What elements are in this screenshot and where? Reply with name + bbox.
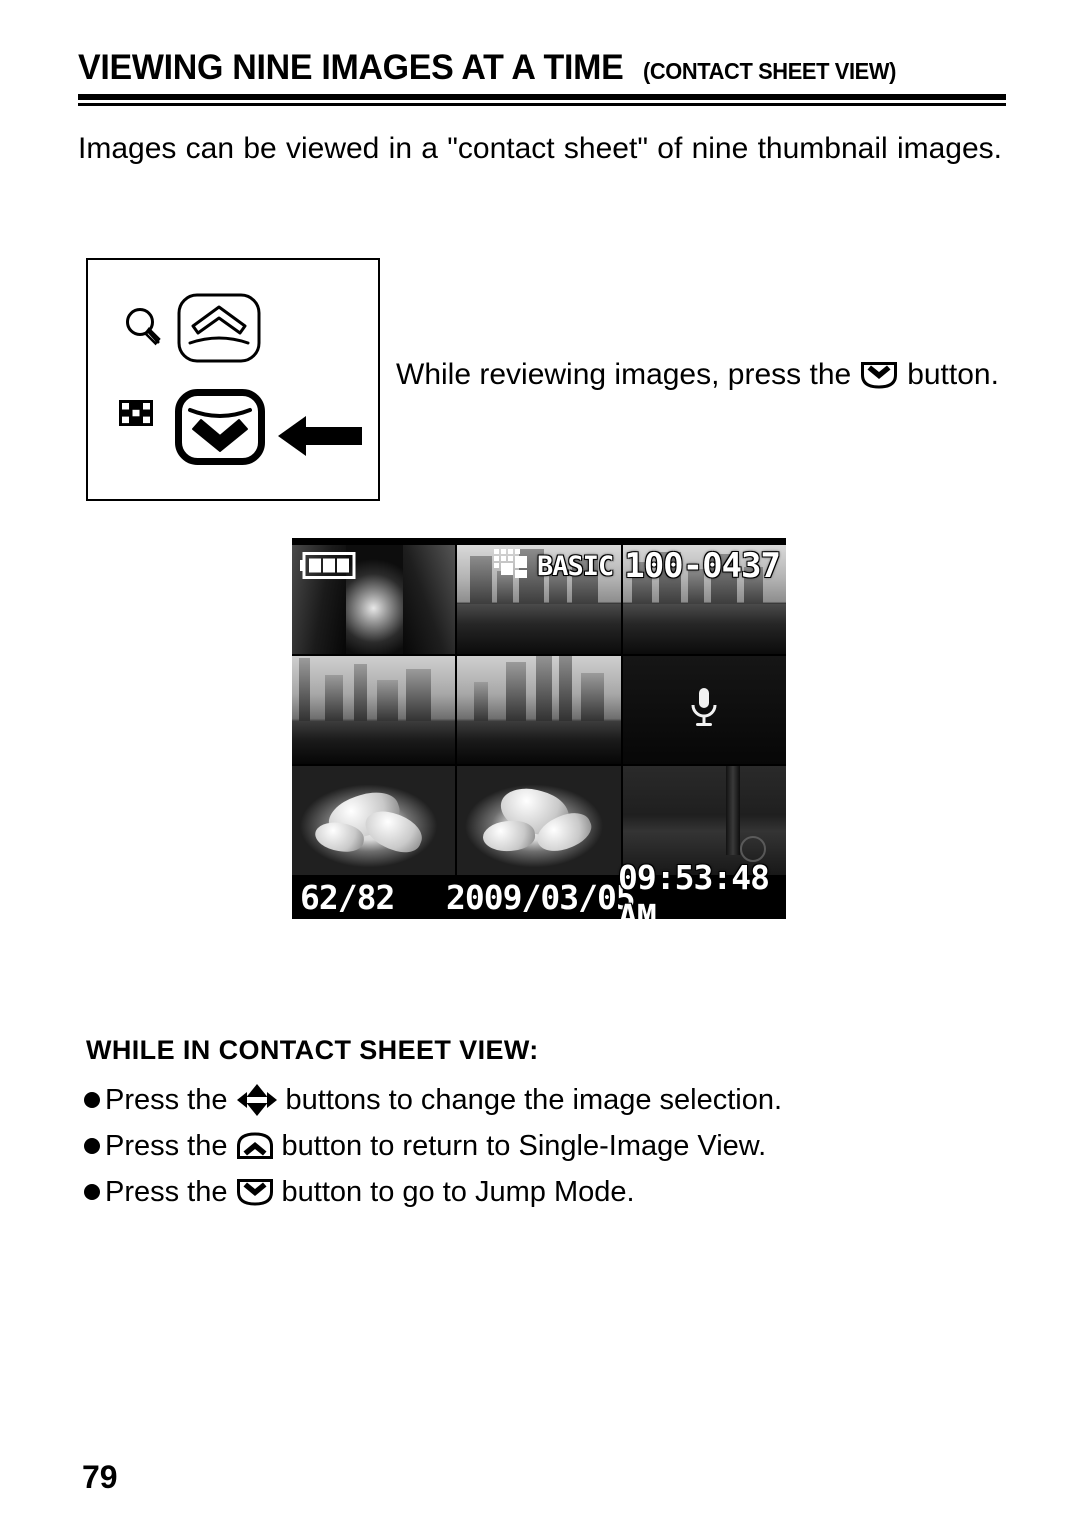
diagram-caption-after: button.: [907, 358, 999, 391]
zoom-out-down-button-icon[interactable]: [174, 388, 266, 471]
thumbnail-cell-5[interactable]: [457, 655, 621, 765]
page-title: VIEWING NINE IMAGES AT A TIME: [78, 48, 624, 87]
thumbnail-cell-7[interactable]: [292, 766, 456, 875]
title-row: VIEWING NINE IMAGES AT A TIME (CONTACT S…: [78, 48, 1006, 88]
up-chevron-button-icon: [236, 1131, 274, 1161]
thumbnail-cell-8[interactable]: [457, 766, 621, 875]
list-item: Press the buttons to change the image se…: [84, 1077, 984, 1123]
lcd-time: 09:53:48 AM: [618, 858, 770, 919]
lcd-image-count: 62/82: [300, 877, 395, 917]
magnifier-icon: [122, 305, 164, 354]
thumbnail-grid-icon: [119, 400, 153, 431]
instruction-text-after: button to return to Single-Image View.: [281, 1129, 767, 1162]
bullet-icon: [84, 1184, 100, 1200]
lcd-file-number: 100-0437: [624, 546, 781, 586]
page-header: VIEWING NINE IMAGES AT A TIME (CONTACT S…: [78, 48, 1006, 106]
zoom-in-up-button-icon[interactable]: [176, 292, 262, 369]
list-item: Press the button to return to Single-Ima…: [84, 1123, 984, 1169]
instruction-text-before: Press the: [105, 1083, 228, 1116]
instruction-text-before: Press the: [105, 1129, 228, 1162]
page-number: 79: [82, 1459, 118, 1495]
microphone-icon: [687, 685, 721, 734]
lcd-quality-label: BASIC: [536, 550, 614, 582]
battery-full-icon: [300, 552, 356, 584]
diagram-caption: While reviewing images, press the button…: [396, 355, 1006, 395]
down-chevron-button-icon: [236, 1177, 274, 1207]
intro-paragraph: Images can be viewed in a "contact sheet…: [78, 132, 1002, 165]
lcd-status-overlay: BASIC 100-0437: [493, 546, 781, 586]
button-diagram-box: [86, 258, 380, 501]
camera-lcd-screen: BASIC 100-0437 62/82 2009/03/05 09:53:48…: [292, 538, 786, 919]
contact-sheet-grid: [292, 545, 786, 875]
bullet-icon: [84, 1138, 100, 1154]
list-item: Press the button to go to Jump Mode.: [84, 1169, 984, 1215]
bullet-icon: [84, 1092, 100, 1108]
lcd-date: 2009/03/05: [446, 877, 636, 917]
instruction-text-after: buttons to change the image selection.: [285, 1083, 783, 1116]
title-divider: [78, 94, 1006, 106]
instruction-text-before: Press the: [105, 1175, 228, 1208]
instructions-heading: WHILE IN CONTACT SHEET VIEW:: [86, 1035, 539, 1065]
diagram-caption-before: While reviewing images, press the: [396, 358, 852, 391]
thumbnail-cell-4[interactable]: [292, 655, 456, 765]
page-subtitle: (CONTACT SHEET VIEW): [643, 58, 897, 84]
instructions-list: Press the buttons to change the image se…: [84, 1077, 984, 1215]
thumbnail-cell-6-audio[interactable]: [622, 655, 786, 765]
image-quality-basic-icon: [493, 548, 528, 584]
four-way-directional-pad-icon: [236, 1082, 278, 1118]
down-chevron-button-icon: [860, 360, 898, 390]
lcd-info-bar: 62/82 2009/03/05 09:53:48 AM: [292, 858, 786, 919]
instruction-text-after: button to go to Jump Mode.: [281, 1175, 635, 1208]
left-arrow-icon: [278, 413, 362, 464]
